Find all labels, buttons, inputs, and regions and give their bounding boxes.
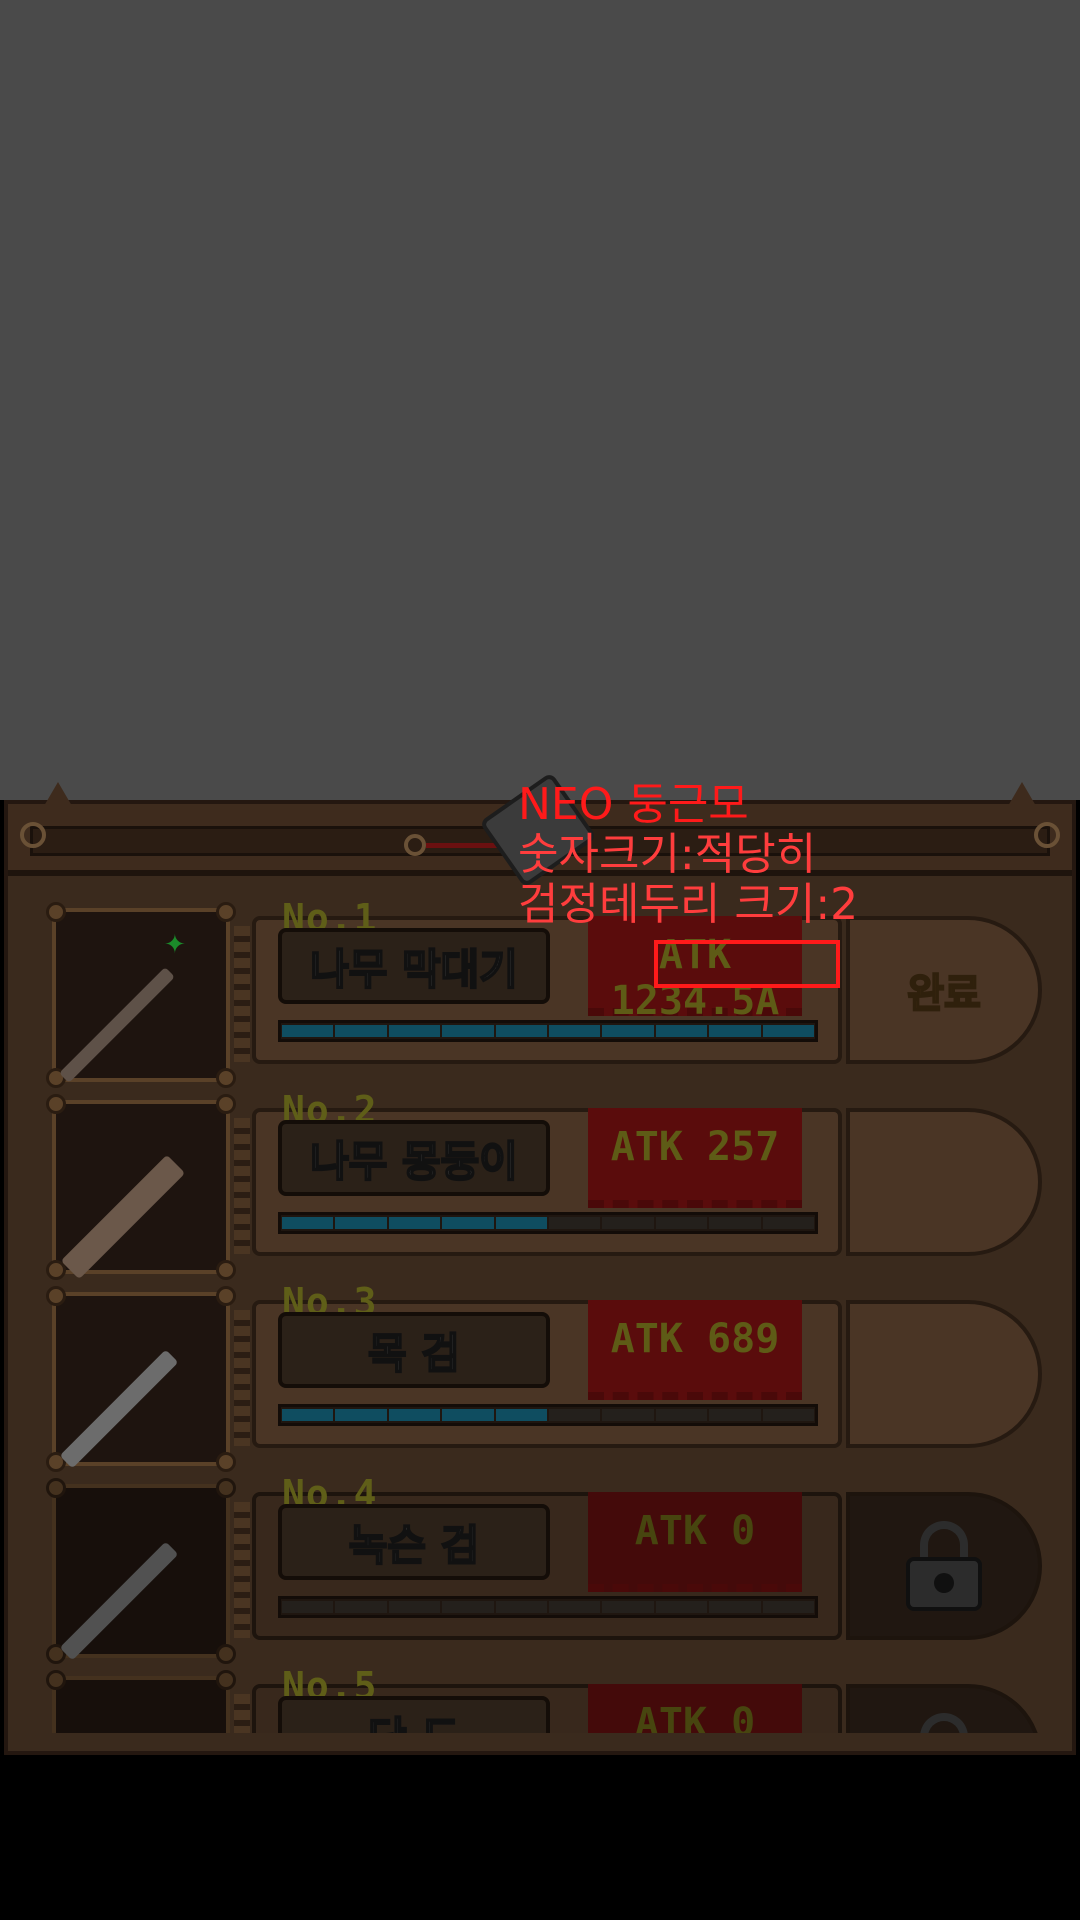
chain-divider	[234, 926, 250, 1062]
locked-button[interactable]	[846, 1684, 1042, 1733]
atk-value-highlight-box	[654, 940, 840, 988]
header-right-spike	[1008, 782, 1036, 806]
stick-icon	[59, 967, 175, 1083]
action-button[interactable]	[846, 1108, 1042, 1256]
wooden-sword-icon	[59, 1349, 179, 1469]
weapon-row-5[interactable]: No.5 단 도 ATK 0	[8, 1664, 1072, 1733]
header-left-spike	[44, 782, 72, 806]
chain-divider	[234, 1694, 250, 1733]
lock-icon	[906, 1713, 982, 1733]
weapon-name-box: 목 검	[278, 1312, 550, 1388]
right-swirl-ornament-icon	[1034, 822, 1060, 848]
rusty-sword-icon	[59, 1541, 179, 1661]
annotation-font-name: NEO 둥근모	[518, 779, 749, 830]
weapon-name-box: 단 도	[278, 1696, 550, 1733]
weapon-slot-1: ✦	[46, 902, 236, 1088]
annotation-outline-size: 검정테두리 크기:2	[518, 879, 859, 930]
weapon-name: 나무 막대기	[309, 944, 519, 995]
weapon-slot-2	[46, 1094, 236, 1280]
weapon-row-3[interactable]: No.3 목 검 ATK 689	[8, 1280, 1072, 1474]
left-swirl-ornament-icon	[20, 822, 46, 848]
weapon-name: 녹슨 검	[348, 1520, 481, 1571]
chain-divider	[234, 1310, 250, 1446]
club-icon	[60, 1154, 186, 1280]
upgrade-progress-bar	[278, 1212, 818, 1234]
annotation-number-size: 숫자크기:적당히	[518, 829, 817, 880]
complete-button[interactable]: 완료	[846, 916, 1042, 1064]
weapon-slot-5	[46, 1670, 236, 1733]
dimmed-game-background	[0, 0, 1080, 800]
chain-divider	[234, 1502, 250, 1638]
weapon-atk: ATK 0	[634, 1508, 756, 1554]
header-knob-icon	[404, 834, 426, 856]
weapon-row-4[interactable]: No.4 녹슨 검 ATK 0	[8, 1472, 1072, 1666]
weapon-list[interactable]: ✦ No.1 나무 막대기 ATK 1234.5A 완료 No.2 나무 몽둥이…	[8, 898, 1072, 1733]
weapon-atk: ATK 257	[610, 1124, 780, 1170]
locked-button[interactable]	[846, 1492, 1042, 1640]
chain-divider	[234, 1118, 250, 1254]
upgrade-progress-bar	[278, 1404, 818, 1426]
weapon-atk: ATK 0	[634, 1700, 756, 1733]
weapon-name-box: 녹슨 검	[278, 1504, 550, 1580]
weapon-slot-3	[46, 1286, 236, 1472]
upgrade-progress-bar	[278, 1020, 818, 1042]
upgrade-progress-bar	[278, 1596, 818, 1618]
leaf-icon: ✦	[164, 930, 186, 960]
weapon-name-box: 나무 몽둥이	[278, 1120, 550, 1196]
bottom-letterbox	[0, 1755, 1080, 1920]
lock-icon	[906, 1521, 982, 1611]
weapon-name: 단 도	[367, 1704, 461, 1734]
complete-label: 완료	[906, 970, 982, 1018]
weapon-name: 목 검	[367, 1328, 461, 1379]
weapon-name-box: 나무 막대기	[278, 928, 550, 1004]
design-annotation: NEO 둥근모 숫자크기:적당히 검정테두리 크기:2	[518, 780, 858, 930]
weapon-atk: ATK 689	[610, 1316, 780, 1362]
weapon-name: 나무 몽둥이	[309, 1136, 519, 1187]
weapon-list-panel: ✦ No.1 나무 막대기 ATK 1234.5A 완료 No.2 나무 몽둥이…	[4, 771, 1076, 1755]
action-button[interactable]	[846, 1300, 1042, 1448]
weapon-slot-4	[46, 1478, 236, 1664]
weapon-row-2[interactable]: No.2 나무 몽둥이 ATK 257	[8, 1088, 1072, 1282]
